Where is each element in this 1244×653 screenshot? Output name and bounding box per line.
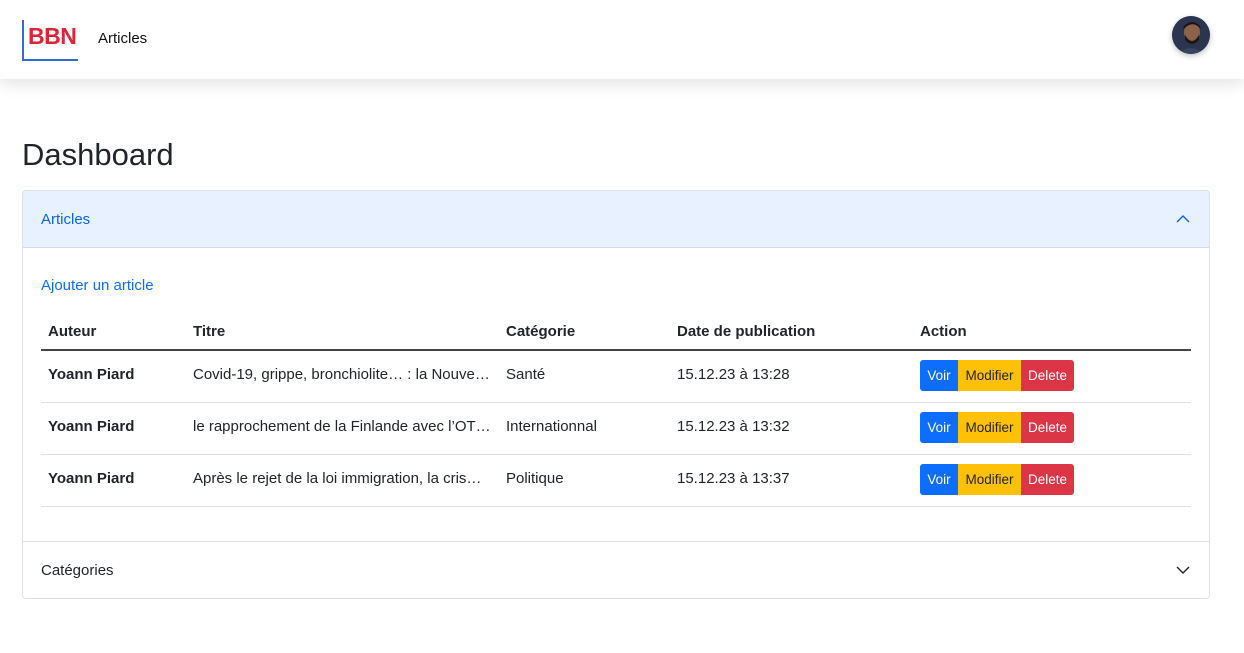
avatar[interactable] — [1172, 16, 1210, 54]
column-header-category: Catégorie — [506, 323, 576, 340]
cell-category: Internationnal — [506, 418, 597, 435]
user-avatar-icon — [1172, 16, 1210, 54]
add-article-link[interactable]: Ajouter un article — [41, 277, 154, 295]
accordion-label-categories: Catégories — [41, 562, 114, 579]
table-row: Yoann Piard Covid-19, grippe, bronchioli… — [41, 351, 1191, 403]
cell-category: Santé — [506, 366, 546, 383]
column-header-author: Auteur — [48, 323, 97, 340]
view-button[interactable]: Voir — [920, 360, 958, 391]
column-header-action: Action — [920, 323, 967, 340]
row-actions: Voir Modifier Delete — [920, 360, 1074, 391]
accordion-label-articles: Articles — [41, 211, 91, 228]
cell-author: Yoann Piard — [48, 470, 135, 487]
cell-author: Yoann Piard — [48, 418, 135, 435]
accordion-header-articles[interactable]: Articles — [23, 191, 1209, 248]
view-button[interactable]: Voir — [920, 464, 958, 495]
edit-button[interactable]: Modifier — [958, 360, 1021, 391]
articles-table: Auteur Titre Catégorie Date de publicati… — [41, 312, 1191, 507]
top-navbar: BBN Articles — [0, 0, 1244, 79]
view-button[interactable]: Voir — [920, 412, 958, 443]
column-header-title: Titre — [193, 323, 226, 340]
brand-text: BBN — [28, 23, 77, 49]
table-header-row: Auteur Titre Catégorie Date de publicati… — [41, 312, 1191, 351]
table-row: Yoann Piard le rapprochement de la Finla… — [41, 403, 1191, 455]
column-header-date: Date de publication — [677, 323, 816, 340]
cell-date: 15.12.23 à 13:32 — [677, 418, 790, 435]
brand-logo[interactable]: BBN — [22, 20, 78, 61]
delete-button[interactable]: Delete — [1021, 360, 1074, 391]
accordion-header-categories[interactable]: Catégories — [23, 541, 1209, 598]
cell-title: Après le rejet de la loi immigration, la… — [193, 470, 482, 487]
edit-button[interactable]: Modifier — [958, 464, 1021, 495]
cell-date: 15.12.23 à 13:37 — [677, 470, 790, 487]
page-title: Dashboard — [22, 137, 174, 172]
row-actions: Voir Modifier Delete — [920, 412, 1074, 443]
edit-button[interactable]: Modifier — [958, 412, 1021, 443]
delete-button[interactable]: Delete — [1021, 464, 1074, 495]
dashboard-accordion: Articles Ajouter un article Auteur Titre… — [22, 190, 1210, 599]
table-row: Yoann Piard Après le rejet de la loi imm… — [41, 455, 1191, 507]
chevron-up-icon — [1175, 211, 1191, 227]
delete-button[interactable]: Delete — [1021, 412, 1074, 443]
cell-category: Politique — [506, 470, 564, 487]
cell-title: le rapprochement de la Finlande avec l’O… — [193, 418, 491, 435]
cell-title: Covid-19, grippe, bronchiolite… : la Nou… — [193, 366, 490, 383]
nav-link-articles[interactable]: Articles — [98, 29, 147, 49]
accordion-body-articles: Ajouter un article Auteur Titre Catégori… — [23, 248, 1209, 541]
cell-date: 15.12.23 à 13:28 — [677, 366, 790, 383]
cell-author: Yoann Piard — [48, 366, 135, 383]
row-actions: Voir Modifier Delete — [920, 464, 1074, 495]
chevron-down-icon — [1175, 562, 1191, 578]
